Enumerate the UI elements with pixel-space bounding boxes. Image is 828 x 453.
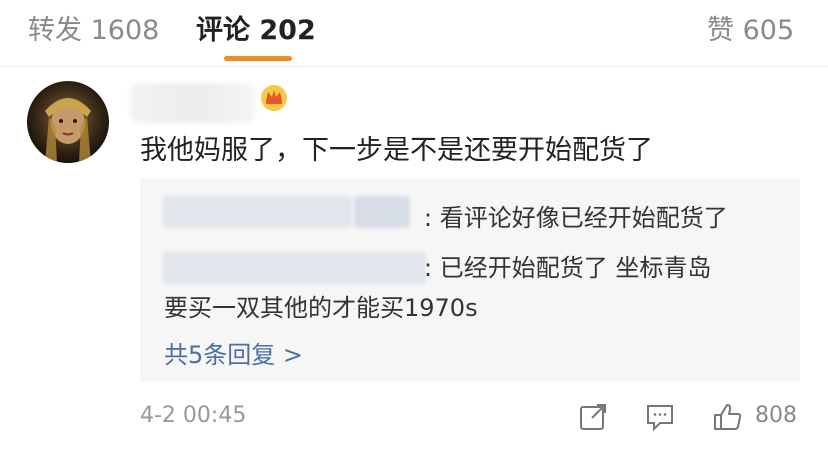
tab-reposts[interactable]: 转发 1608 <box>28 8 159 47</box>
username-blurred[interactable] <box>130 83 255 123</box>
avatar[interactable] <box>27 81 109 163</box>
tab-likes[interactable]: 赞 605 <box>707 8 794 47</box>
tab-comments[interactable]: 评论 202 <box>196 8 316 47</box>
like-icon[interactable] <box>713 402 743 432</box>
comment-tabs: 转发 1608 评论 202 赞 605 <box>0 0 828 66</box>
reply-username-blurred <box>162 252 426 284</box>
reply-username-blurred <box>354 196 410 228</box>
divider <box>0 66 828 67</box>
comment-icon[interactable] <box>645 402 675 432</box>
comment-text: 我他妈服了，下一步是不是还要开始配货了 <box>140 135 653 166</box>
reply-username-blurred <box>162 196 352 228</box>
more-replies-link[interactable]: 共5条回复 > <box>164 335 303 370</box>
share-icon[interactable] <box>578 402 608 432</box>
reply-text-1: : 看评论好像已经开始配货了 <box>424 204 728 232</box>
reply-text-2: : 已经开始配货了 坐标青岛 <box>424 254 712 282</box>
crown-icon <box>259 82 289 112</box>
comment-timestamp: 4-2 00:45 <box>140 403 247 428</box>
like-count: 808 <box>755 403 797 428</box>
replies-box[interactable]: : 看评论好像已经开始配货了 : 已经开始配货了 坐标青岛 要买一双其他的才能买… <box>140 178 800 382</box>
active-tab-indicator <box>224 56 292 61</box>
reply-text-2-cont: 要买一双其他的才能买1970s <box>164 294 478 322</box>
